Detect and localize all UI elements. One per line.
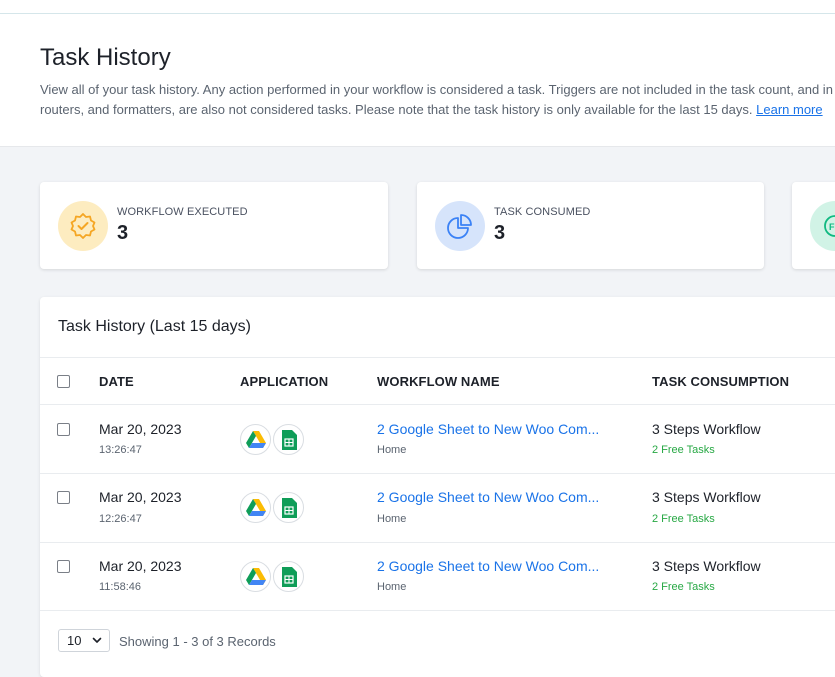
google-drive-icon [240, 424, 271, 455]
description-line-2-text: routers, and formatters, are also not co… [40, 102, 753, 117]
free-tasks: 2 Free Tasks [652, 444, 715, 456]
stat-label: TASK CONSUMED [494, 206, 591, 218]
free-tasks: 2 Free Tasks [652, 513, 715, 525]
stat-card-workflow-executed: WORKFLOW EXECUTED 3 [40, 182, 388, 269]
records-summary: Showing 1 - 3 of 3 Records [119, 634, 276, 649]
row-date: Mar 20, 2023 [99, 489, 182, 505]
stat-card-free-tasks: FR [792, 182, 835, 269]
page-size-select[interactable]: 10 [58, 629, 110, 652]
task-history-table: Task History (Last 15 days) DATE APPLICA… [40, 297, 835, 677]
page-header: Task History View all of your task histo… [0, 14, 835, 147]
workflow-folder: Home [377, 444, 407, 456]
select-all-checkbox[interactable] [57, 375, 70, 388]
learn-more-link[interactable]: Learn more [756, 102, 822, 117]
svg-text:FR: FR [829, 222, 835, 232]
column-header-application[interactable]: APPLICATION [240, 374, 328, 389]
stat-label: WORKFLOW EXECUTED [117, 206, 248, 218]
workflow-folder: Home [377, 513, 407, 525]
workflow-name-link[interactable]: 2 Google Sheet to New Woo Com... [377, 421, 599, 437]
row-date: Mar 20, 2023 [99, 421, 182, 437]
row-checkbox[interactable] [57, 491, 70, 504]
row-time: 11:58:46 [99, 581, 142, 593]
google-sheets-icon [273, 561, 304, 592]
page-size-value: 10 [67, 633, 82, 648]
task-consumption: 3 Steps Workflow [652, 489, 761, 505]
page-description: View all of your task history. Any actio… [40, 80, 835, 120]
stat-value: 3 [494, 222, 506, 244]
table-title: Task History (Last 15 days) [58, 318, 251, 335]
pie-chart-icon [435, 201, 485, 251]
workflow-folder: Home [377, 581, 407, 593]
stat-value: 3 [117, 222, 129, 244]
divider [40, 610, 835, 611]
divider [40, 542, 835, 543]
divider [40, 357, 835, 358]
task-consumption: 3 Steps Workflow [652, 421, 761, 437]
google-sheets-icon [273, 424, 304, 455]
row-time: 13:26:47 [99, 444, 142, 456]
page-title: Task History [40, 44, 171, 71]
stat-card-task-consumed: TASK CONSUMED 3 [417, 182, 764, 269]
workflow-name-link[interactable]: 2 Google Sheet to New Woo Com... [377, 489, 599, 505]
task-consumption: 3 Steps Workflow [652, 558, 761, 574]
divider [40, 404, 835, 405]
free-tasks: 2 Free Tasks [652, 581, 715, 593]
badge-check-icon [58, 201, 108, 251]
chevron-down-icon [92, 637, 102, 643]
row-checkbox[interactable] [57, 423, 70, 436]
top-bar [0, 0, 835, 14]
row-checkbox[interactable] [57, 560, 70, 573]
column-header-task-consumption[interactable]: TASK CONSUMPTION [652, 374, 789, 389]
row-date: Mar 20, 2023 [99, 558, 182, 574]
description-line-2: routers, and formatters, are also not co… [40, 100, 835, 120]
workflow-name-link[interactable]: 2 Google Sheet to New Woo Com... [377, 558, 599, 574]
column-header-date[interactable]: DATE [99, 374, 134, 389]
description-line-1: View all of your task history. Any actio… [40, 82, 833, 97]
row-time: 12:26:47 [99, 513, 142, 525]
google-sheets-icon [273, 492, 304, 523]
google-drive-icon [240, 561, 271, 592]
column-header-workflow-name[interactable]: WORKFLOW NAME [377, 374, 500, 389]
divider [40, 473, 835, 474]
google-drive-icon [240, 492, 271, 523]
free-badge-icon: FR [810, 201, 835, 251]
